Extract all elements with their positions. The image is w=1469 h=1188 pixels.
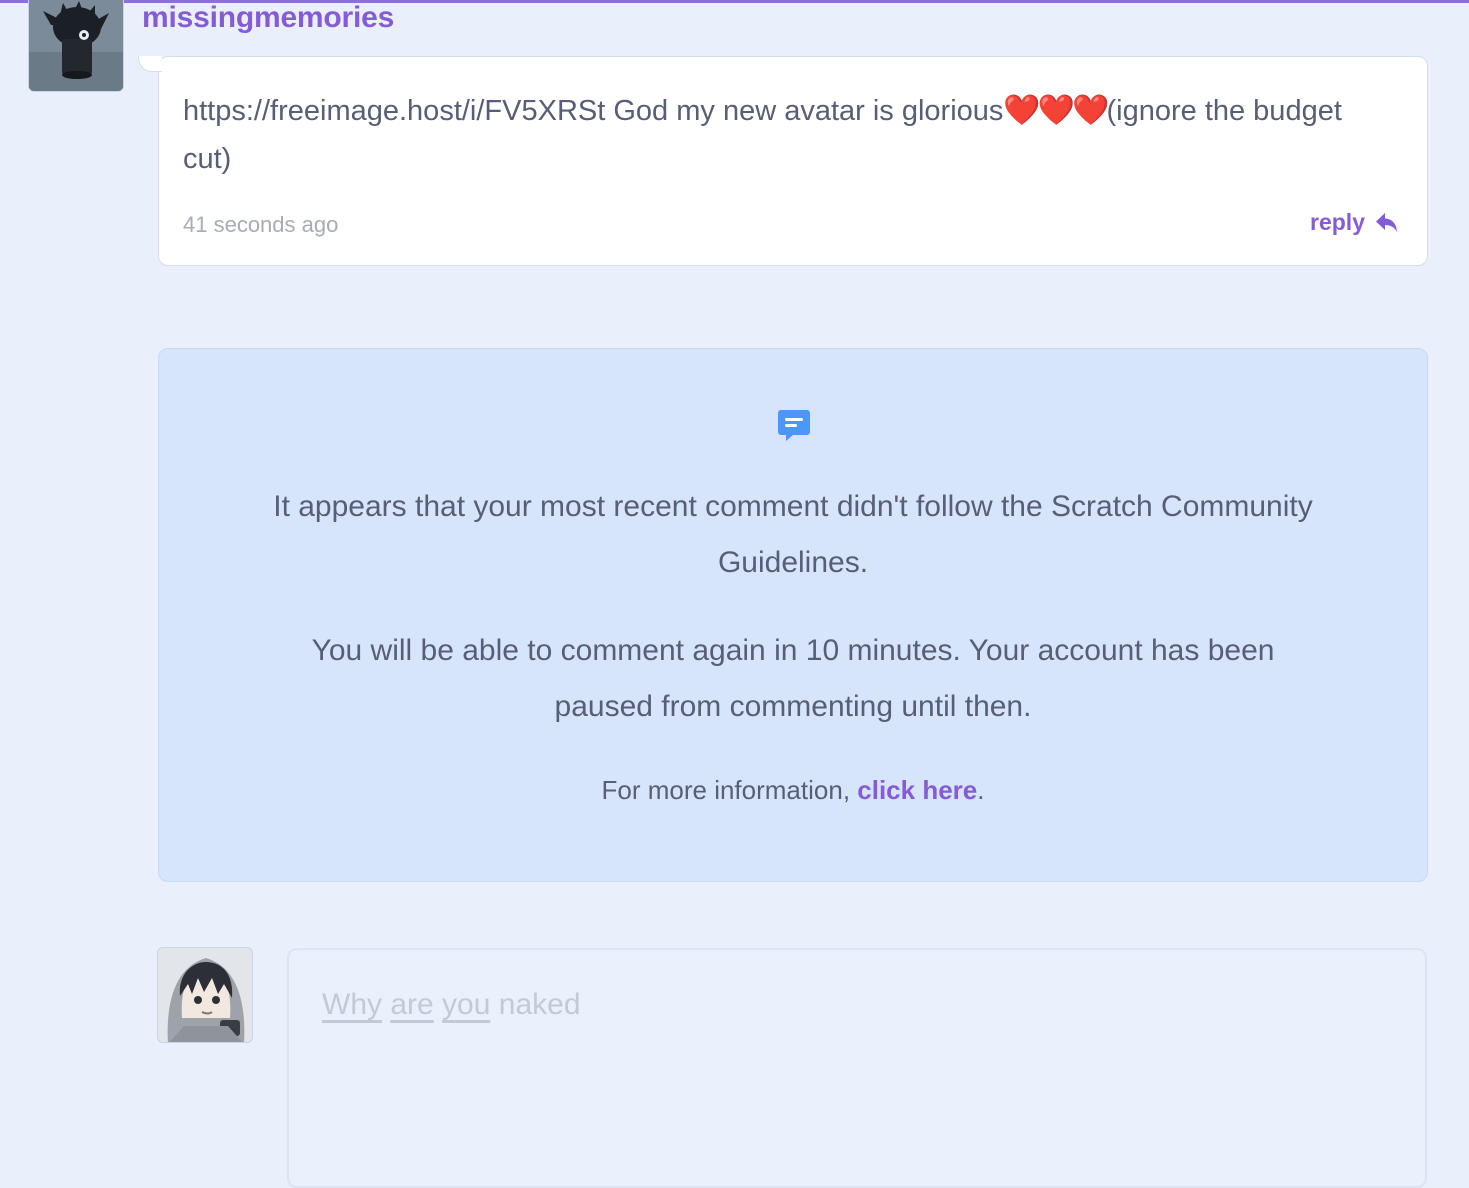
comment-bubble-tail <box>138 56 162 72</box>
compose-word-4: naked <box>498 988 581 1021</box>
comment-text: https://freeimage.host/i/FV5XRSt God my … <box>183 87 1398 183</box>
comment-card: https://freeimage.host/i/FV5XRSt God my … <box>158 56 1428 266</box>
comment-author-link[interactable]: missingmemories <box>142 1 394 35</box>
reply-button[interactable]: reply <box>1310 209 1399 236</box>
compose-word-3: you <box>442 988 491 1021</box>
notice-pause-text: You will be able to comment again in 10 … <box>311 634 1275 723</box>
notice-info-prefix: For more information, <box>601 775 858 805</box>
user-avatar-icon <box>29 0 123 91</box>
comment-timestamp: 41 seconds ago <box>183 212 339 237</box>
comment-compose-box[interactable]: Why are you naked <box>287 948 1427 1188</box>
compose-word-2: are <box>390 988 434 1021</box>
notice-more-info: For more information, click here. <box>259 773 1327 807</box>
heart-emojis: ❤️❤️❤️ <box>1003 94 1109 127</box>
reply-label: reply <box>1310 209 1365 235</box>
compose-text: Why are you naked <box>322 988 581 1022</box>
reply-arrow-icon <box>1376 212 1397 232</box>
notice-guidelines-text: It appears that your most recent comment… <box>273 490 1313 579</box>
comment-text-main: https://freeimage.host/i/FV5XRSt God my … <box>183 95 1004 127</box>
click-here-link[interactable]: click here <box>857 775 977 805</box>
notice-info-suffix: . <box>977 775 985 805</box>
compose-word-1: Why <box>322 988 382 1021</box>
comment-muted-notice: It appears that your most recent comment… <box>158 348 1428 882</box>
comment-bubble-icon <box>778 410 810 441</box>
current-user-avatar-icon <box>158 948 252 1042</box>
commenter-avatar[interactable] <box>28 0 124 92</box>
current-user-avatar[interactable] <box>157 947 253 1043</box>
